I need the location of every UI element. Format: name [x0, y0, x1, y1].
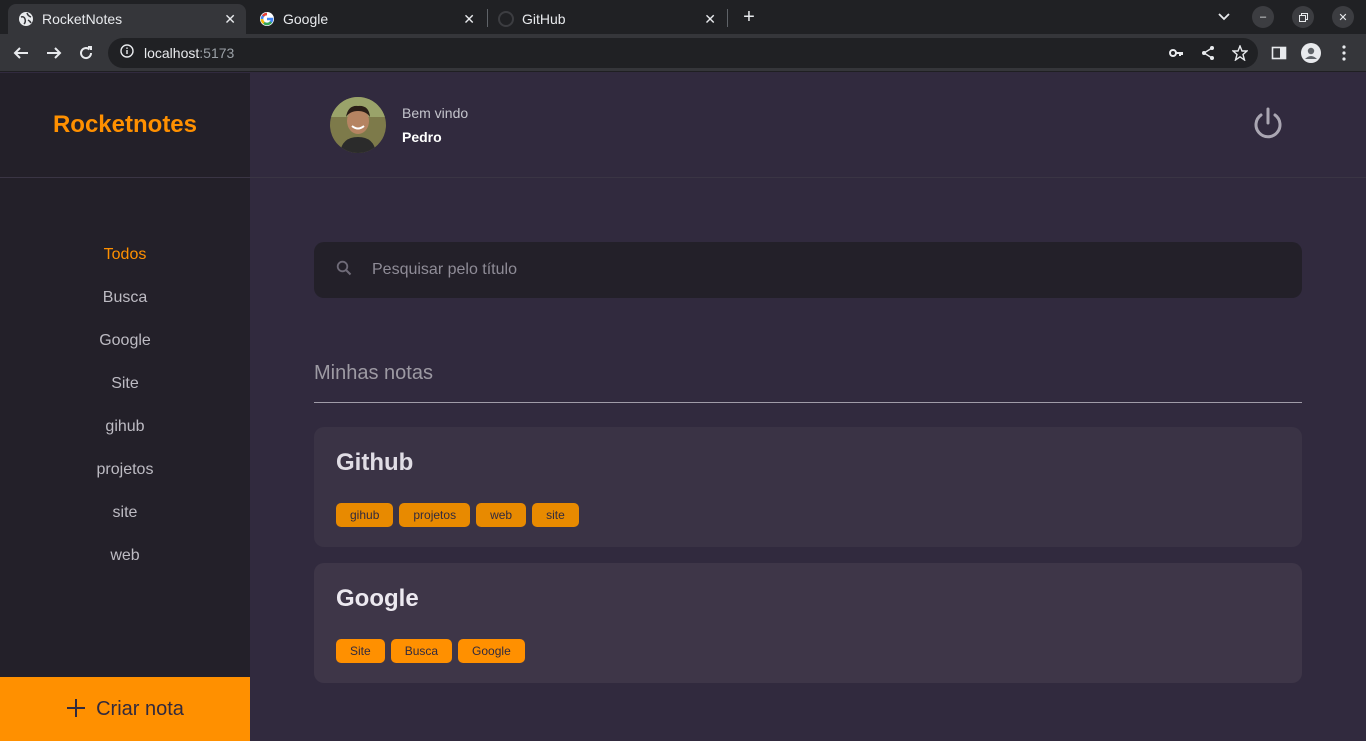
tag: projetos [399, 503, 471, 527]
note-tags: Site Busca Google [336, 639, 1280, 663]
bookmark-star-icon[interactable] [1230, 43, 1250, 63]
create-note-button[interactable]: Criar nota [0, 677, 250, 741]
kebab-menu-icon[interactable] [1334, 43, 1354, 63]
forward-icon[interactable] [43, 42, 65, 64]
menu-item-site[interactable]: Site [0, 370, 250, 413]
browser-tab-bar: RocketNotes ✕ Google ✕ GitHub ✕ + – ✕ [0, 0, 1366, 34]
menu-item-web[interactable]: web [0, 542, 250, 585]
profile-icon[interactable] [1301, 43, 1321, 63]
section-title: Minhas notas [314, 362, 1302, 403]
tab-separator [727, 9, 728, 27]
side-panel-icon[interactable] [1269, 43, 1289, 63]
avatar[interactable] [330, 97, 386, 153]
note-title: Github [336, 449, 414, 476]
brand: Rocketnotes [0, 73, 250, 178]
search-icon [336, 260, 352, 281]
url-host: localhost [144, 45, 200, 61]
menu-item-site-lower[interactable]: site [0, 499, 250, 542]
address-bar[interactable]: localhost:5173 [108, 38, 1258, 68]
search-input[interactable]: Pesquisar pelo título [314, 242, 1302, 298]
close-tab-icon[interactable]: ✕ [704, 11, 716, 28]
new-tab-icon[interactable]: + [738, 6, 760, 28]
tag-menu: Todos Busca Google Site gihub projetos s… [0, 241, 250, 585]
close-tab-icon[interactable]: ✕ [224, 11, 236, 28]
tab-title: Google [283, 11, 329, 27]
menu-item-busca[interactable]: Busca [0, 284, 250, 327]
greeting: Bem vindo [402, 105, 469, 121]
restore-icon[interactable] [1292, 6, 1314, 28]
note-title: Google [336, 585, 419, 612]
tab-search-icon[interactable] [1214, 6, 1234, 28]
search-placeholder: Pesquisar pelo título [372, 261, 517, 278]
note-tags: gihub projetos web site [336, 503, 1280, 527]
url-text: localhost:5173 [144, 45, 234, 61]
globe-icon [18, 11, 34, 27]
tab-google[interactable]: Google ✕ [249, 4, 485, 34]
reload-icon[interactable] [75, 42, 97, 64]
github-icon [498, 11, 514, 27]
menu-item-projetos[interactable]: projetos [0, 456, 250, 499]
key-icon[interactable] [1166, 43, 1186, 63]
power-icon[interactable] [1250, 106, 1286, 142]
tag: gihub [336, 503, 394, 527]
note-card[interactable]: Github gihub projetos web site [314, 427, 1302, 547]
tag: Site [336, 639, 385, 663]
share-icon[interactable] [1198, 43, 1218, 63]
menu-item-gihub[interactable]: gihub [0, 413, 250, 456]
plus-icon [66, 693, 86, 725]
app-header: Bem vindo Pedro [250, 73, 1366, 178]
menu-item-todos[interactable]: Todos [0, 241, 250, 284]
google-icon [259, 11, 275, 27]
tab-github[interactable]: GitHub ✕ [488, 4, 726, 34]
user-name: Pedro [402, 129, 442, 145]
back-icon[interactable] [10, 42, 32, 64]
brand-title: Rocketnotes [52, 111, 198, 138]
site-info-icon[interactable] [120, 43, 134, 63]
create-note-label: Criar nota [96, 697, 184, 720]
close-tab-icon[interactable]: ✕ [463, 11, 475, 28]
tag: Busca [390, 639, 453, 663]
minimize-icon[interactable]: – [1252, 6, 1274, 28]
browser-toolbar: localhost:5173 [0, 34, 1366, 72]
menu-item-google[interactable]: Google [0, 327, 250, 370]
tab-rocketnotes[interactable]: RocketNotes ✕ [8, 4, 246, 34]
tag: site [532, 503, 579, 527]
welcome-block: Bem vindo Pedro [402, 105, 468, 145]
tag: Google [458, 639, 525, 663]
tag: web [476, 503, 527, 527]
section-title-text: Minhas notas [314, 362, 433, 384]
note-card[interactable]: Google Site Busca Google [314, 563, 1302, 683]
tab-title: RocketNotes [42, 11, 123, 27]
tab-title: GitHub [522, 11, 566, 27]
url-port: :5173 [199, 45, 235, 61]
sidebar: Rocketnotes Todos Busca Google Site gihu… [0, 73, 250, 741]
close-window-icon[interactable]: ✕ [1332, 6, 1354, 28]
